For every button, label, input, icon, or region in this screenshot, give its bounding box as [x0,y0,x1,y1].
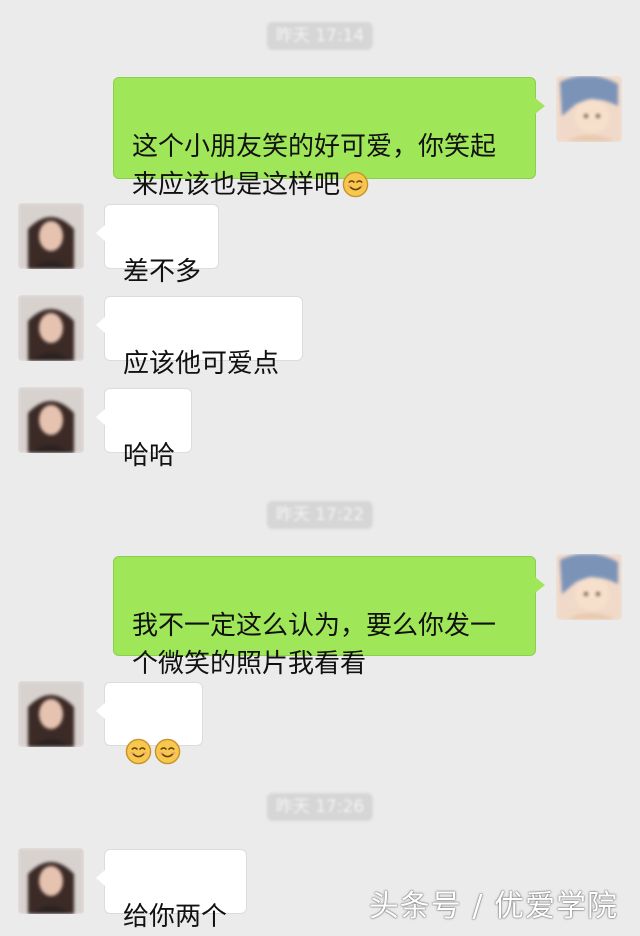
outgoing-message-bubble[interactable]: 我不一定这么认为，要么你发一 个微笑的照片我看看 [113,556,545,679]
message-text: 差不多 [123,257,202,287]
incoming-message-bubble[interactable]: 差不多 [96,204,219,287]
message-text: 给你两个 [123,902,228,932]
incoming-message-bubble[interactable] [96,682,203,765]
friend-avatar[interactable] [18,681,84,747]
chat-area[interactable]: 昨天 17:14 这个小朋友笑的好可爱，你笑起 来应该也是这样吧 差不多 应该他… [0,0,640,933]
timestamp: 昨天 17:22 [266,501,374,529]
message-text: 这个小朋友笑的好可爱，你笑起 来应该也是这样吧 [132,132,497,200]
incoming-message-bubble[interactable]: 应该他可爱点 [96,296,303,379]
timestamp: 昨天 17:26 [266,793,374,821]
my-avatar[interactable] [556,554,622,620]
smile-emoji-icon [342,171,369,198]
friend-avatar[interactable] [18,295,84,361]
timestamp: 昨天 17:14 [266,22,374,50]
my-avatar[interactable] [556,76,622,142]
watermark: 头条号 / 优爱学院 [368,889,618,924]
friend-avatar[interactable] [18,848,84,914]
friend-avatar[interactable] [18,203,84,269]
friend-avatar[interactable] [18,387,84,453]
message-text: 哈哈 [123,441,176,471]
smile-emoji-icon [125,738,152,765]
incoming-message-bubble[interactable]: 给你两个 [96,849,247,932]
message-text: 我不一定这么认为，要么你发一 个微笑的照片我看看 [132,611,497,679]
incoming-message-bubble[interactable]: 哈哈 [96,388,192,471]
smile-emoji-icon [154,738,181,765]
outgoing-message-bubble[interactable]: 这个小朋友笑的好可爱，你笑起 来应该也是这样吧 [113,77,545,200]
message-text: 应该他可爱点 [123,349,280,379]
